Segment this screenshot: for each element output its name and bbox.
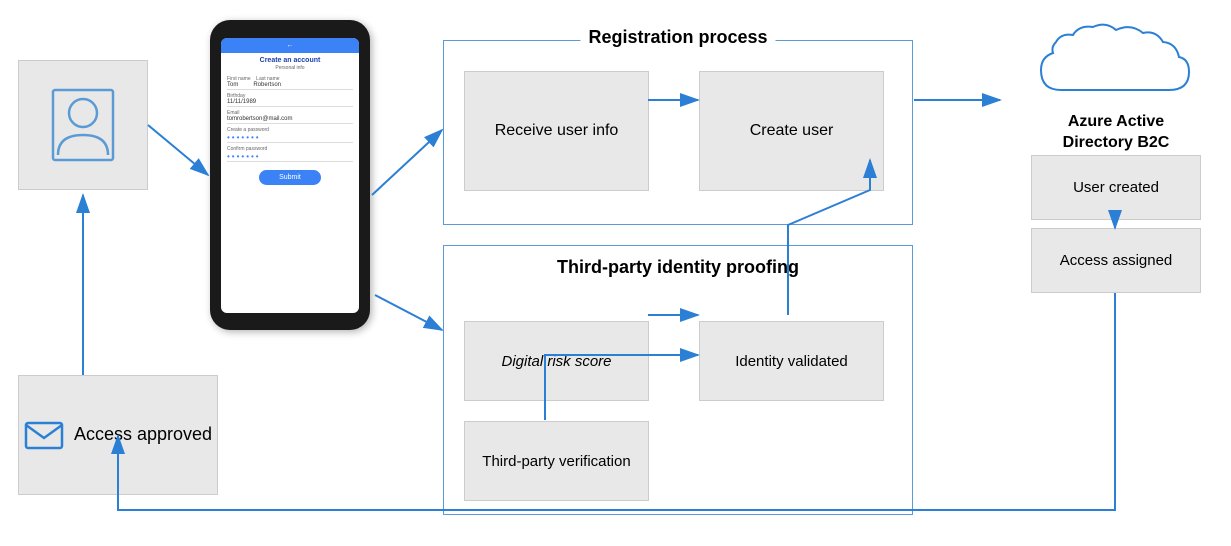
- user-created-box: User created: [1031, 155, 1201, 220]
- identity-validated-label: Identity validated: [735, 353, 848, 370]
- digital-risk-score-label: Digital risk score: [501, 353, 611, 370]
- phone-container: ← Create an account Personal info First …: [210, 20, 370, 330]
- email-icon: [24, 418, 64, 453]
- third-party-verification-box: Third-party verification: [464, 421, 649, 501]
- user-icon-box: [18, 60, 148, 190]
- create-user-box: Create user: [699, 71, 884, 191]
- phone-subtitle: Personal info: [227, 65, 353, 71]
- registration-process-title: Registration process: [580, 27, 775, 48]
- phone-body: ← Create an account Personal info First …: [210, 20, 370, 330]
- cloud-icon: [1031, 15, 1201, 105]
- third-party-verification-label: Third-party verification: [482, 453, 630, 470]
- receive-user-info-label: Receive user info: [495, 122, 619, 140]
- access-approved-box: Access approved: [18, 375, 218, 495]
- registration-process-box: Registration process Receive user info C…: [443, 40, 913, 225]
- phone-submit-button[interactable]: Submit: [259, 170, 321, 185]
- user-icon: [48, 85, 118, 165]
- digital-risk-score-box: Digital risk score: [464, 321, 649, 401]
- user-created-label: User created: [1073, 179, 1159, 196]
- phone-to-registration-arrow: [372, 130, 442, 195]
- phone-title: Create an account: [227, 57, 353, 64]
- azure-label: Azure Active Directory B2C: [1031, 112, 1201, 154]
- identity-proofing-box: Third-party identity proofing Digital ri…: [443, 245, 913, 515]
- diagram: Access approved ← Create an account Pers…: [0, 0, 1231, 546]
- phone-to-identity-arrow: [375, 295, 442, 330]
- identity-proofing-title: Third-party identity proofing: [557, 256, 799, 279]
- access-assigned-label: Access assigned: [1060, 252, 1173, 269]
- receive-user-info-box: Receive user info: [464, 71, 649, 191]
- user-to-phone-arrow: [148, 125, 208, 175]
- access-approved-label: Access approved: [74, 423, 212, 446]
- phone-screen: ← Create an account Personal info First …: [221, 38, 359, 313]
- azure-cloud: Azure Active Directory B2C: [1031, 15, 1201, 154]
- create-user-label: Create user: [750, 122, 834, 140]
- access-assigned-box: Access assigned: [1031, 228, 1201, 293]
- identity-validated-box: Identity validated: [699, 321, 884, 401]
